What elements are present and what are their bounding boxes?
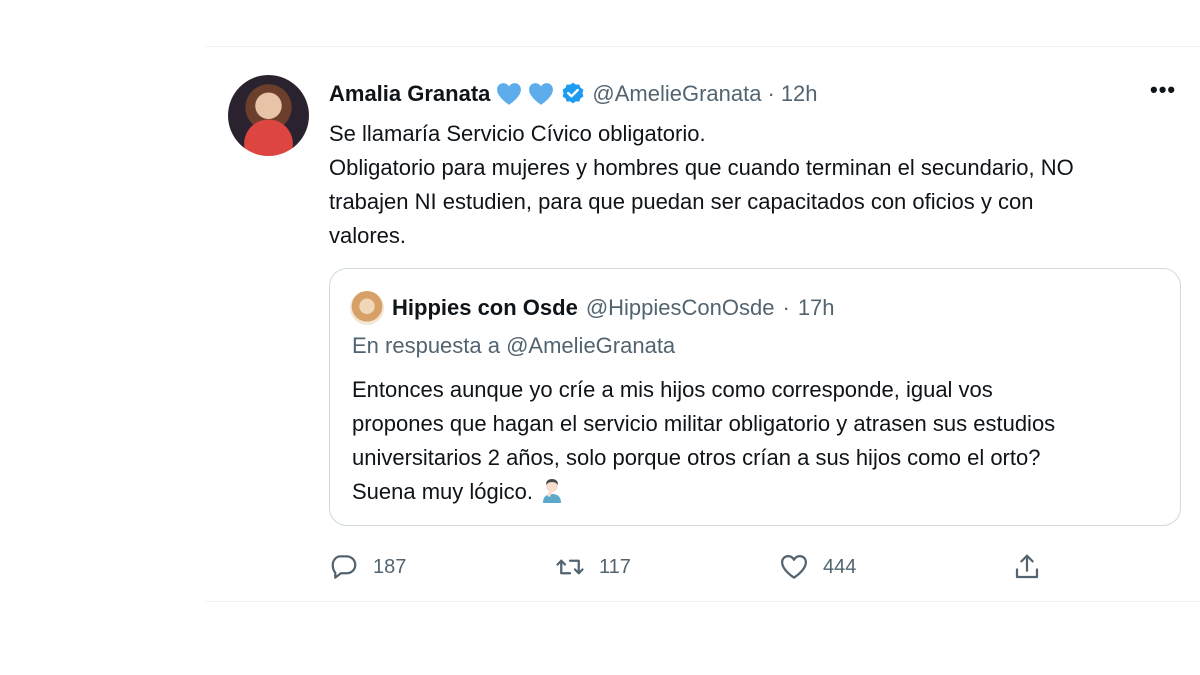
share-icon [1015, 554, 1039, 579]
quoted-text-line: propones que hagan el servicio militar o… [352, 411, 1056, 436]
quoted-tweet[interactable]: Hippies con Osde @HippiesConOsde · 17h E… [329, 268, 1181, 526]
quoted-text-line: universitarios 2 años, solo porque otros… [352, 445, 1041, 470]
tweet-header: Amalia Granata @AmelieGranata · 12h [329, 77, 818, 111]
author-handle[interactable]: @AmelieGranata [592, 81, 761, 107]
quoted-tweet-text: Entonces aunque yo críe a mis hijos como… [352, 373, 1172, 509]
retweet-button[interactable]: 117 [555, 552, 631, 582]
quoted-tweet-header: Hippies con Osde @HippiesConOsde · 17h [350, 291, 835, 325]
heart-outline-icon [781, 555, 807, 579]
reply-button[interactable]: 187 [329, 552, 406, 582]
author-name[interactable]: Amalia Granata [329, 81, 490, 107]
quoted-author-avatar[interactable] [350, 291, 384, 325]
verified-badge-icon [563, 82, 584, 104]
quoted-author-handle[interactable]: @HippiesConOsde [586, 295, 775, 321]
blue-heart-icon [497, 83, 522, 105]
reply-context[interactable]: En respuesta a @AmelieGranata [352, 333, 675, 359]
tweet-text-line: Se llamaría Servicio Cívico obligatorio. [329, 121, 706, 146]
separator-dot: · [782, 295, 790, 320]
quoted-text-line: Entonces aunque yo críe a mis hijos como… [352, 377, 993, 402]
quoted-tweet-time[interactable]: 17h [798, 295, 835, 321]
quoted-text-line: Suena muy lógico. [352, 479, 533, 504]
share-button[interactable] [1012, 552, 1042, 582]
reply-icon [331, 555, 357, 579]
blue-heart-icon [529, 83, 554, 105]
reply-count: 187 [373, 555, 407, 578]
like-count: 444 [823, 555, 857, 578]
man-facepalming-emoji [543, 479, 562, 503]
tweet-text-line: trabajen NI estudien, para que puedan se… [329, 189, 1034, 214]
quoted-text-last-line: Suena muy lógico. [352, 475, 1172, 509]
tweet-text-line: valores. [329, 223, 407, 248]
tweet-time[interactable]: 12h [781, 81, 818, 107]
tweet-text-line: Obligatorio para mujeres y hombres que c… [329, 155, 1074, 180]
tweet-card[interactable]: Amalia Granata @AmelieGranata · 12h ••• … [205, 46, 1200, 602]
tweet-text: Se llamaría Servicio Cívico obligatorio.… [329, 117, 1179, 253]
retweet-count: 117 [599, 555, 631, 578]
separator-dot: · [767, 81, 775, 106]
retweet-icon [556, 559, 584, 575]
more-options-icon[interactable]: ••• [1150, 79, 1178, 105]
like-button[interactable]: 444 [779, 552, 856, 582]
quoted-author-name[interactable]: Hippies con Osde [392, 295, 578, 321]
author-avatar[interactable] [228, 75, 309, 156]
tweet-actions: 187 117 444 [329, 547, 1169, 587]
